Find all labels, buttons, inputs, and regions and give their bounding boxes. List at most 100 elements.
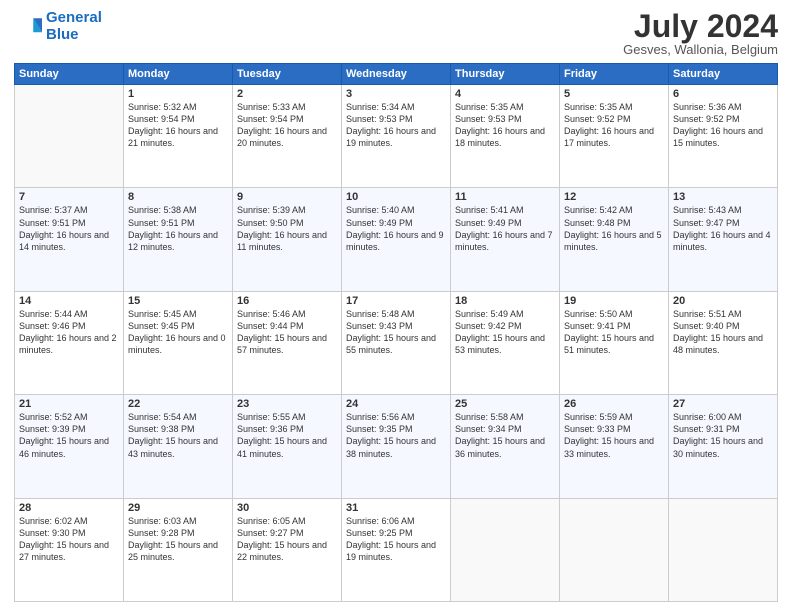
- calendar-cell: 28 Sunrise: 6:02 AM Sunset: 9:30 PM Dayl…: [15, 498, 124, 601]
- sunset-text: Sunset: 9:42 PM: [455, 320, 555, 332]
- calendar-cell: 17 Sunrise: 5:48 AM Sunset: 9:43 PM Dayl…: [342, 291, 451, 394]
- day-number: 19: [564, 295, 664, 307]
- col-saturday: Saturday: [669, 64, 778, 85]
- day-number: 14: [19, 295, 119, 307]
- daylight-text: Daylight: 16 hours and 21 minutes.: [128, 125, 228, 149]
- col-tuesday: Tuesday: [233, 64, 342, 85]
- daylight-text: Daylight: 15 hours and 19 minutes.: [346, 539, 446, 563]
- calendar-cell: 10 Sunrise: 5:40 AM Sunset: 9:49 PM Dayl…: [342, 188, 451, 291]
- sunrise-text: Sunrise: 5:46 AM: [237, 308, 337, 320]
- daylight-text: Daylight: 16 hours and 9 minutes.: [346, 229, 446, 253]
- sunrise-text: Sunrise: 5:36 AM: [673, 101, 773, 113]
- day-info: Sunrise: 5:56 AM Sunset: 9:35 PM Dayligh…: [346, 411, 446, 460]
- day-info: Sunrise: 5:42 AM Sunset: 9:48 PM Dayligh…: [564, 204, 664, 253]
- calendar-cell: 24 Sunrise: 5:56 AM Sunset: 9:35 PM Dayl…: [342, 395, 451, 498]
- calendar-week-2: 7 Sunrise: 5:37 AM Sunset: 9:51 PM Dayli…: [15, 188, 778, 291]
- page: General Blue July 2024 Gesves, Wallonia,…: [0, 0, 792, 612]
- sunset-text: Sunset: 9:54 PM: [128, 113, 228, 125]
- daylight-text: Daylight: 15 hours and 30 minutes.: [673, 435, 773, 459]
- day-info: Sunrise: 5:50 AM Sunset: 9:41 PM Dayligh…: [564, 308, 664, 357]
- sunset-text: Sunset: 9:38 PM: [128, 423, 228, 435]
- calendar-cell: 20 Sunrise: 5:51 AM Sunset: 9:40 PM Dayl…: [669, 291, 778, 394]
- calendar-body: 1 Sunrise: 5:32 AM Sunset: 9:54 PM Dayli…: [15, 85, 778, 602]
- sunset-text: Sunset: 9:51 PM: [128, 217, 228, 229]
- calendar-cell: 8 Sunrise: 5:38 AM Sunset: 9:51 PM Dayli…: [124, 188, 233, 291]
- daylight-text: Daylight: 16 hours and 7 minutes.: [455, 229, 555, 253]
- sunrise-text: Sunrise: 5:54 AM: [128, 411, 228, 423]
- sunrise-text: Sunrise: 6:00 AM: [673, 411, 773, 423]
- calendar-cell: 5 Sunrise: 5:35 AM Sunset: 9:52 PM Dayli…: [560, 85, 669, 188]
- day-info: Sunrise: 6:06 AM Sunset: 9:25 PM Dayligh…: [346, 515, 446, 564]
- calendar-cell: 14 Sunrise: 5:44 AM Sunset: 9:46 PM Dayl…: [15, 291, 124, 394]
- calendar-cell: [15, 85, 124, 188]
- day-info: Sunrise: 5:39 AM Sunset: 9:50 PM Dayligh…: [237, 204, 337, 253]
- calendar-cell: [560, 498, 669, 601]
- sunrise-text: Sunrise: 5:45 AM: [128, 308, 228, 320]
- daylight-text: Daylight: 16 hours and 5 minutes.: [564, 229, 664, 253]
- calendar-cell: 25 Sunrise: 5:58 AM Sunset: 9:34 PM Dayl…: [451, 395, 560, 498]
- calendar-cell: 16 Sunrise: 5:46 AM Sunset: 9:44 PM Dayl…: [233, 291, 342, 394]
- day-number: 28: [19, 502, 119, 514]
- daylight-text: Daylight: 16 hours and 4 minutes.: [673, 229, 773, 253]
- sunset-text: Sunset: 9:48 PM: [564, 217, 664, 229]
- day-number: 15: [128, 295, 228, 307]
- sunset-text: Sunset: 9:46 PM: [19, 320, 119, 332]
- sunset-text: Sunset: 9:51 PM: [19, 217, 119, 229]
- day-info: Sunrise: 5:36 AM Sunset: 9:52 PM Dayligh…: [673, 101, 773, 150]
- calendar-cell: [451, 498, 560, 601]
- day-info: Sunrise: 5:38 AM Sunset: 9:51 PM Dayligh…: [128, 204, 228, 253]
- sunset-text: Sunset: 9:53 PM: [346, 113, 446, 125]
- day-number: 2: [237, 88, 337, 100]
- sunset-text: Sunset: 9:36 PM: [237, 423, 337, 435]
- day-number: 1: [128, 88, 228, 100]
- sunset-text: Sunset: 9:52 PM: [564, 113, 664, 125]
- day-info: Sunrise: 5:32 AM Sunset: 9:54 PM Dayligh…: [128, 101, 228, 150]
- sunrise-text: Sunrise: 5:38 AM: [128, 204, 228, 216]
- sunrise-text: Sunrise: 5:42 AM: [564, 204, 664, 216]
- sunrise-text: Sunrise: 5:41 AM: [455, 204, 555, 216]
- day-info: Sunrise: 5:40 AM Sunset: 9:49 PM Dayligh…: [346, 204, 446, 253]
- calendar-cell: 2 Sunrise: 5:33 AM Sunset: 9:54 PM Dayli…: [233, 85, 342, 188]
- day-number: 13: [673, 191, 773, 203]
- sunrise-text: Sunrise: 5:58 AM: [455, 411, 555, 423]
- logo-line1: General: [46, 9, 102, 26]
- sunset-text: Sunset: 9:53 PM: [455, 113, 555, 125]
- calendar-cell: 12 Sunrise: 5:42 AM Sunset: 9:48 PM Dayl…: [560, 188, 669, 291]
- calendar-table: Sunday Monday Tuesday Wednesday Thursday…: [14, 63, 778, 602]
- daylight-text: Daylight: 15 hours and 51 minutes.: [564, 332, 664, 356]
- day-info: Sunrise: 5:35 AM Sunset: 9:53 PM Dayligh…: [455, 101, 555, 150]
- day-number: 26: [564, 398, 664, 410]
- daylight-text: Daylight: 16 hours and 20 minutes.: [237, 125, 337, 149]
- calendar-week-5: 28 Sunrise: 6:02 AM Sunset: 9:30 PM Dayl…: [15, 498, 778, 601]
- calendar-cell: 7 Sunrise: 5:37 AM Sunset: 9:51 PM Dayli…: [15, 188, 124, 291]
- day-info: Sunrise: 6:03 AM Sunset: 9:28 PM Dayligh…: [128, 515, 228, 564]
- calendar-cell: 31 Sunrise: 6:06 AM Sunset: 9:25 PM Dayl…: [342, 498, 451, 601]
- day-info: Sunrise: 5:48 AM Sunset: 9:43 PM Dayligh…: [346, 308, 446, 357]
- day-number: 5: [564, 88, 664, 100]
- day-number: 29: [128, 502, 228, 514]
- calendar-week-3: 14 Sunrise: 5:44 AM Sunset: 9:46 PM Dayl…: [15, 291, 778, 394]
- day-number: 18: [455, 295, 555, 307]
- daylight-text: Daylight: 15 hours and 41 minutes.: [237, 435, 337, 459]
- sunrise-text: Sunrise: 5:55 AM: [237, 411, 337, 423]
- sunrise-text: Sunrise: 5:37 AM: [19, 204, 119, 216]
- month-title: July 2024: [623, 10, 778, 42]
- daylight-text: Daylight: 15 hours and 36 minutes.: [455, 435, 555, 459]
- calendar-cell: 9 Sunrise: 5:39 AM Sunset: 9:50 PM Dayli…: [233, 188, 342, 291]
- day-number: 20: [673, 295, 773, 307]
- col-sunday: Sunday: [15, 64, 124, 85]
- calendar-cell: 4 Sunrise: 5:35 AM Sunset: 9:53 PM Dayli…: [451, 85, 560, 188]
- col-monday: Monday: [124, 64, 233, 85]
- sunrise-text: Sunrise: 5:50 AM: [564, 308, 664, 320]
- calendar-header: Sunday Monday Tuesday Wednesday Thursday…: [15, 64, 778, 85]
- calendar-cell: 30 Sunrise: 6:05 AM Sunset: 9:27 PM Dayl…: [233, 498, 342, 601]
- day-number: 27: [673, 398, 773, 410]
- day-info: Sunrise: 5:35 AM Sunset: 9:52 PM Dayligh…: [564, 101, 664, 150]
- calendar-week-1: 1 Sunrise: 5:32 AM Sunset: 9:54 PM Dayli…: [15, 85, 778, 188]
- sunset-text: Sunset: 9:47 PM: [673, 217, 773, 229]
- sunset-text: Sunset: 9:40 PM: [673, 320, 773, 332]
- col-wednesday: Wednesday: [342, 64, 451, 85]
- day-number: 21: [19, 398, 119, 410]
- sunset-text: Sunset: 9:52 PM: [673, 113, 773, 125]
- daylight-text: Daylight: 16 hours and 19 minutes.: [346, 125, 446, 149]
